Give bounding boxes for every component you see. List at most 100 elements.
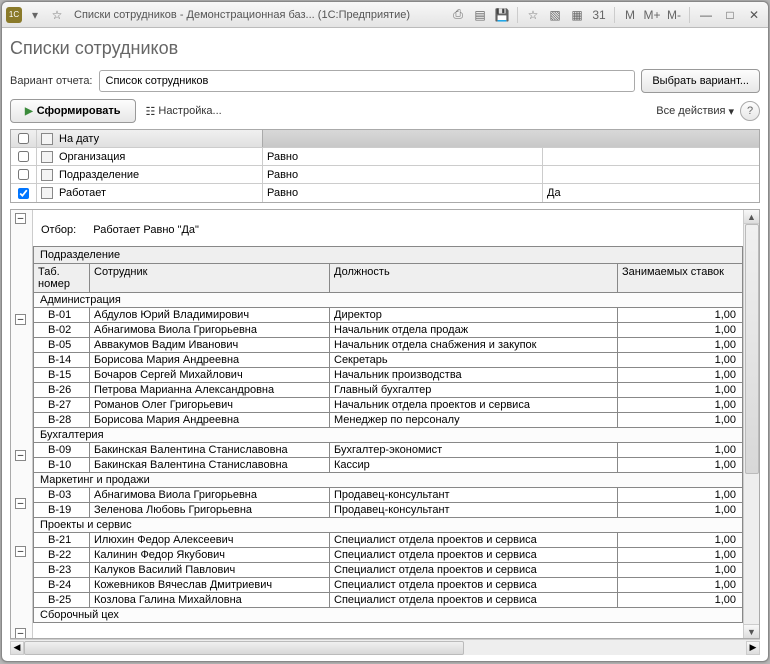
cell-pos: Менеджер по персоналу — [330, 413, 618, 427]
table-row[interactable]: В-27Романов Олег ГригорьевичНачальник от… — [33, 398, 743, 413]
cell-emp: Калинин Федор Якубович — [90, 548, 330, 562]
close-button[interactable]: ✕ — [744, 6, 764, 24]
cell-rate: 1,00 — [618, 533, 742, 547]
calendar-icon[interactable]: 31 — [590, 6, 608, 24]
cell-rate: 1,00 — [618, 458, 742, 472]
calc-icon[interactable]: ▦ — [568, 6, 586, 24]
table-row[interactable]: В-23Калуков Василий ПавловичСпециалист о… — [33, 563, 743, 578]
cell-tab: В-03 — [34, 488, 90, 502]
group-header[interactable]: Сборочный цех — [33, 608, 743, 623]
filter-value — [543, 148, 759, 165]
col-emp: Сотрудник — [90, 264, 330, 293]
collapse-toggle[interactable]: – — [15, 498, 26, 509]
table-row[interactable]: В-15Бочаров Сергей МихайловичНачальник п… — [33, 368, 743, 383]
group-header[interactable]: Проекты и сервис — [33, 518, 743, 533]
scroll-down-icon[interactable]: ▼ — [744, 624, 759, 638]
preview-icon[interactable]: ▤ — [471, 6, 489, 24]
help-button[interactable]: ? — [740, 101, 760, 121]
cell-pos: Начальник производства — [330, 368, 618, 382]
filter-checkbox[interactable] — [18, 151, 29, 162]
table-row[interactable]: В-21Илюхин Федор АлексеевичСпециалист от… — [33, 533, 743, 548]
hscroll-thumb[interactable] — [24, 641, 464, 655]
filter-checkbox[interactable] — [18, 188, 29, 199]
cell-pos: Продавец-консультант — [330, 503, 618, 517]
collapse-toggle[interactable]: – — [15, 546, 26, 557]
star-icon[interactable]: ☆ — [524, 6, 542, 24]
filter-op: Равно — [263, 184, 543, 202]
vertical-scrollbar[interactable]: ▲ ▼ — [743, 210, 759, 638]
print-icon[interactable]: ⎙ — [449, 6, 467, 24]
cell-emp: Бакинская Валентина Станиславовна — [90, 443, 330, 457]
cell-pos: Главный бухгалтер — [330, 383, 618, 397]
mem-mminus-icon[interactable]: M- — [665, 6, 683, 24]
save-icon[interactable]: 💾 — [493, 6, 511, 24]
play-icon: ▶ — [25, 106, 33, 117]
scroll-up-icon[interactable]: ▲ — [744, 210, 759, 224]
table-row[interactable]: В-28Борисова Мария АндреевнаМенеджер по … — [33, 413, 743, 428]
cell-emp: Петрова Марианна Александровна — [90, 383, 330, 397]
table-row[interactable]: В-05Аввакумов Вадим ИвановичНачальник от… — [33, 338, 743, 353]
cell-rate: 1,00 — [618, 368, 742, 382]
cell-emp: Кожевников Вячеслав Дмитриевич — [90, 578, 330, 592]
collapse-toggle[interactable]: – — [15, 314, 26, 325]
variant-input[interactable] — [99, 70, 636, 92]
filter-header-label: На дату — [57, 130, 263, 147]
scroll-left-icon[interactable]: ◀ — [10, 641, 24, 655]
clipboard-icon[interactable]: ▧ — [546, 6, 564, 24]
filter-type-icon — [41, 169, 53, 181]
cell-emp: Абнагимова Виола Григорьевна — [90, 488, 330, 502]
filter-header-checkbox[interactable] — [18, 133, 29, 144]
filter-row: ОрганизацияРавно — [11, 148, 759, 166]
collapse-toggle[interactable]: – — [15, 628, 26, 639]
scroll-thumb[interactable] — [745, 224, 759, 474]
dropdown-icon[interactable]: ▾ — [26, 6, 44, 24]
settings-button[interactable]: ☷Настройка... — [146, 105, 222, 118]
collapse-toggle[interactable]: – — [15, 450, 26, 461]
table-row[interactable]: В-19Зеленова Любовь ГригорьевнаПродавец-… — [33, 503, 743, 518]
table-row[interactable]: В-26Петрова Марианна АлександровнаГлавны… — [33, 383, 743, 398]
cell-pos: Специалист отдела проектов и сервиса — [330, 563, 618, 577]
form-button[interactable]: ▶Сформировать — [10, 99, 136, 123]
table-row[interactable]: В-01Абдулов Юрий ВладимировичДиректор1,0… — [33, 308, 743, 323]
collapse-toggle[interactable]: – — [15, 213, 26, 224]
cell-pos: Продавец-консультант — [330, 488, 618, 502]
table-row[interactable]: В-25Козлова Галина МихайловнаСпециалист … — [33, 593, 743, 608]
all-actions-button[interactable]: Все действия▾ — [656, 105, 734, 118]
cell-rate: 1,00 — [618, 578, 742, 592]
group-header[interactable]: Администрация — [33, 293, 743, 308]
top-header: Подразделение — [33, 246, 743, 264]
table-row[interactable]: В-14Борисова Мария АндреевнаСекретарь1,0… — [33, 353, 743, 368]
filter-name: Подразделение — [57, 166, 263, 183]
table-row[interactable]: В-22Калинин Федор ЯкубовичСпециалист отд… — [33, 548, 743, 563]
minimize-button[interactable]: — — [696, 6, 716, 24]
otbor-label: Отбор: — [41, 224, 76, 236]
col-pos: Должность — [330, 264, 618, 293]
cell-emp: Козлова Галина Михайловна — [90, 593, 330, 607]
group-header[interactable]: Маркетинг и продажи — [33, 473, 743, 488]
table-row[interactable]: В-24Кожевников Вячеслав ДмитриевичСпециа… — [33, 578, 743, 593]
scroll-right-icon[interactable]: ▶ — [746, 641, 760, 655]
cell-rate: 1,00 — [618, 593, 742, 607]
table-row[interactable]: В-10Бакинская Валентина СтаниславовнаКас… — [33, 458, 743, 473]
cell-emp: Калуков Василий Павлович — [90, 563, 330, 577]
calendar-mini-icon — [41, 133, 53, 145]
maximize-button[interactable]: □ — [720, 6, 740, 24]
settings-icon: ☷ — [146, 105, 156, 118]
cell-tab: В-01 — [34, 308, 90, 322]
cell-emp: Борисова Мария Андреевна — [90, 353, 330, 367]
cell-emp: Бакинская Валентина Станиславовна — [90, 458, 330, 472]
table-row[interactable]: В-03Абнагимова Виола ГригорьевнаПродавец… — [33, 488, 743, 503]
filter-checkbox[interactable] — [18, 169, 29, 180]
table-row[interactable]: В-02Абнагимова Виола ГригорьевнаНачальни… — [33, 323, 743, 338]
favorite-star-icon[interactable]: ☆ — [48, 6, 66, 24]
content-area: Списки сотрудников Вариант отчета: Выбра… — [2, 28, 768, 661]
select-variant-button[interactable]: Выбрать вариант... — [641, 69, 760, 93]
cell-pos: Специалист отдела проектов и сервиса — [330, 533, 618, 547]
cell-tab: В-27 — [34, 398, 90, 412]
mem-mplus-icon[interactable]: M+ — [643, 6, 661, 24]
group-header[interactable]: Бухгалтерия — [33, 428, 743, 443]
chevron-down-icon: ▾ — [728, 105, 734, 118]
mem-m-icon[interactable]: M — [621, 6, 639, 24]
table-row[interactable]: В-09Бакинская Валентина СтаниславовнаБух… — [33, 443, 743, 458]
horizontal-scrollbar[interactable]: ◀ ▶ — [10, 639, 760, 655]
